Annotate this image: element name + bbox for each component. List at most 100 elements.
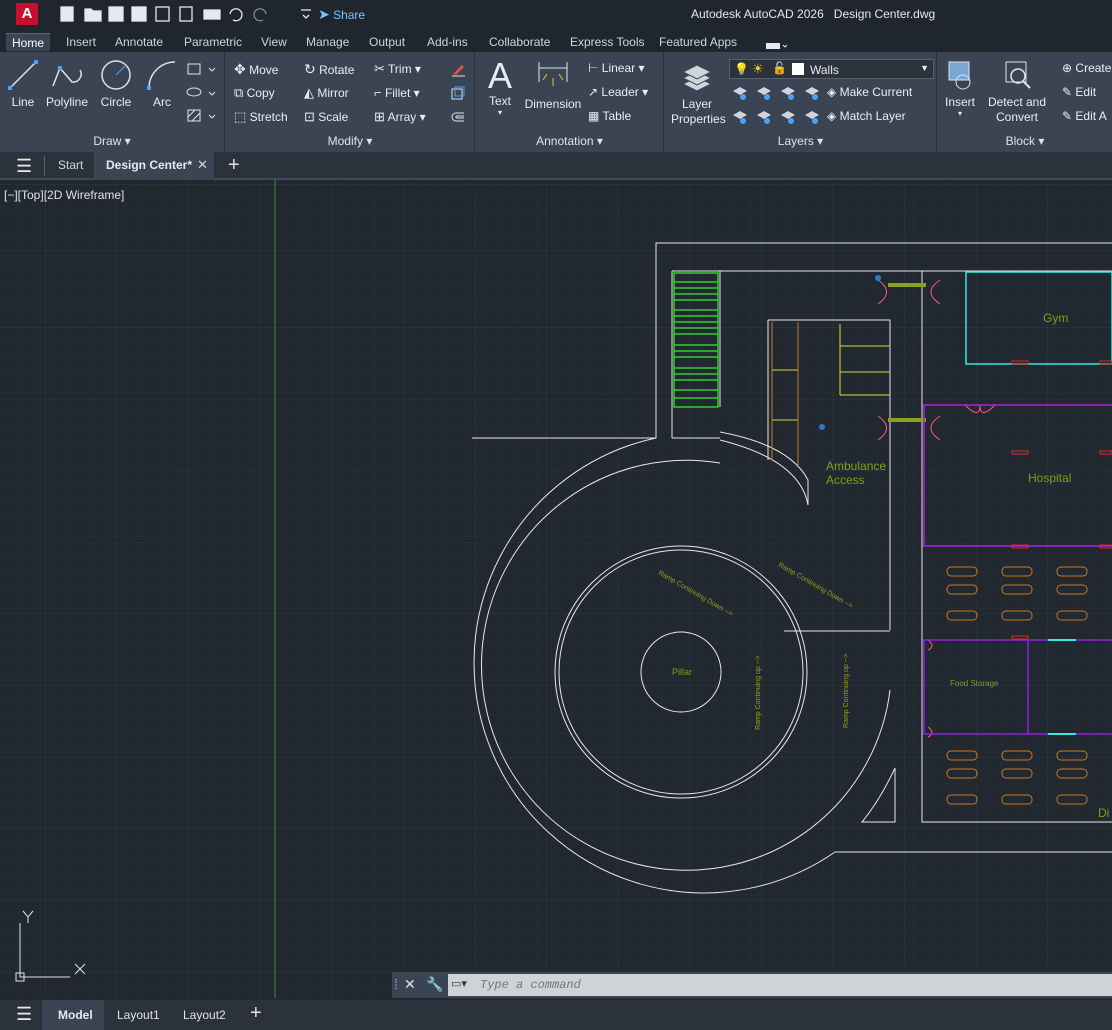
offset-icon[interactable] xyxy=(450,109,466,128)
drawing-svg[interactable]: Gym Hospital Ambulance Access Pillar Foo… xyxy=(0,180,1112,998)
rotate-icon: ↻ xyxy=(304,61,316,77)
tab-collaborate[interactable]: Collaborate xyxy=(489,33,550,51)
linear-button[interactable]: ⊢ Linear ▾ xyxy=(588,61,645,75)
ramp-up-label-2: Ramp Continuing up --> xyxy=(843,653,850,728)
design-center-tab[interactable]: Design Center* ✕ xyxy=(94,152,214,180)
edit-attributes-button[interactable]: ✎ Edit A xyxy=(1062,109,1107,123)
array-button[interactable]: ⊞ Array ▾ xyxy=(374,109,426,125)
app-title: Autodesk AutoCAD 2026 xyxy=(691,7,824,21)
command-prompt-icon[interactable]: ▭▾ xyxy=(451,977,477,993)
grip-icon[interactable]: ⁞ xyxy=(394,976,398,992)
command-input[interactable] xyxy=(480,976,1100,994)
copy-button[interactable]: ⧉ Copy xyxy=(234,85,275,101)
dimension-label: Dimension xyxy=(524,97,582,111)
stretch-icon: ⬚ xyxy=(234,109,247,124)
polyline-label: Polyline xyxy=(45,95,89,109)
insert-block-icon xyxy=(948,61,971,90)
fillet-icon: ⌐ xyxy=(374,85,382,100)
viewport-controls[interactable]: [−][Top][2D Wireframe] xyxy=(4,188,124,202)
arc-label: Arc xyxy=(153,95,171,109)
block-panel: Insert ▾ Detect and Convert ⊕ Create ✎ E… xyxy=(938,52,1112,152)
command-input-box[interactable]: ▭▾ xyxy=(448,974,1112,996)
arc-button[interactable]: Arc xyxy=(142,58,182,109)
circle-button[interactable]: Circle xyxy=(96,58,136,109)
new-tab-icon[interactable]: + xyxy=(228,154,240,177)
share-icon: ➤ xyxy=(318,6,330,22)
draw-small-tools xyxy=(186,62,220,129)
close-icon[interactable]: ✕ xyxy=(197,157,208,173)
tab-separator xyxy=(44,156,45,176)
dining-label: Di xyxy=(1098,806,1109,820)
close-command-icon[interactable]: ✕ xyxy=(404,976,416,993)
layers-panel-title[interactable]: Layers ▾ xyxy=(665,134,936,148)
scale-label: Scale xyxy=(318,110,349,124)
model-tab[interactable]: Model xyxy=(42,1000,104,1030)
tab-featured-apps[interactable]: Featured Apps xyxy=(659,33,737,51)
polyline-button[interactable]: Polyline xyxy=(44,58,90,109)
layer-tools-icons[interactable] xyxy=(731,83,827,130)
create-block-button[interactable]: ⊕ Create xyxy=(1062,61,1111,75)
explode-icon[interactable] xyxy=(450,85,466,104)
move-icon: ✥ xyxy=(234,61,246,77)
mirror-button[interactable]: ◭ Mirror xyxy=(304,85,349,101)
tab-insert[interactable]: Insert xyxy=(66,33,96,51)
insert-block-button[interactable]: Insert ▾ xyxy=(940,58,980,118)
tab-manage[interactable]: Manage xyxy=(306,33,349,51)
make-current-button[interactable]: ◈ Make Current xyxy=(827,85,912,99)
move-button[interactable]: ✥ Move xyxy=(234,61,278,78)
major-grid xyxy=(0,180,1112,998)
block-panel-title[interactable]: Block ▾ xyxy=(938,134,1112,148)
stretch-button[interactable]: ⬚ Stretch xyxy=(234,109,288,125)
linear-icon: ⊢ xyxy=(588,61,599,75)
tab-output[interactable]: Output xyxy=(369,33,405,51)
trim-label: Trim xyxy=(388,62,412,76)
model-tab-label: Model xyxy=(58,1008,93,1022)
layout-tab-bar: ☰ Model Layout1 Layout2 + xyxy=(0,1000,1112,1030)
annotation-panel-title[interactable]: Annotation ▾ xyxy=(476,134,663,148)
ribbon-display-toggle[interactable] xyxy=(766,39,788,49)
start-tab[interactable]: Start xyxy=(58,158,83,172)
layout2-tab[interactable]: Layout2 xyxy=(183,1008,226,1022)
layer-properties-button[interactable]: Layer Properties xyxy=(671,58,726,127)
tab-view[interactable]: View xyxy=(261,33,287,51)
tab-annotate[interactable]: Annotate xyxy=(115,33,163,51)
menu-icon[interactable]: ☰ xyxy=(16,157,32,175)
ribbon: Line Polyline Circle Arc Draw ▾ ✥ Move ↻… xyxy=(0,52,1112,152)
scale-button[interactable]: ⊡ Scale xyxy=(304,109,348,125)
tab-express-tools[interactable]: Express Tools xyxy=(570,33,644,51)
edit-block-button[interactable]: ✎ Edit xyxy=(1062,85,1096,99)
table-button[interactable]: ▦ Table xyxy=(588,109,631,123)
customize-icon[interactable]: 🔧 xyxy=(426,976,443,993)
title-bar: A ➤ Share Autodesk AutoCAD 2026 Design C… xyxy=(0,0,1112,28)
tab-home[interactable]: Home xyxy=(6,33,51,51)
layout-menu-icon[interactable]: ☰ xyxy=(16,1005,32,1023)
tab-add-ins[interactable]: Add-ins xyxy=(427,33,468,51)
rotate-button[interactable]: ↻ Rotate xyxy=(304,61,354,78)
current-layer-name: Walls xyxy=(810,63,839,77)
share-button[interactable]: ➤ Share xyxy=(318,6,365,23)
erase-icon[interactable] xyxy=(450,61,466,80)
app-logo[interactable]: A xyxy=(16,3,38,25)
polyline-icon xyxy=(52,66,82,87)
detect-convert-button[interactable]: Detect and Convert xyxy=(986,58,1048,125)
tab-parametric[interactable]: Parametric xyxy=(184,33,242,51)
fillet-button[interactable]: ⌐ Fillet ▾ xyxy=(374,85,420,100)
line-button[interactable]: Line xyxy=(4,58,42,109)
drawing-canvas[interactable]: Gym Hospital Ambulance Access Pillar Foo… xyxy=(0,180,1112,998)
new-layout-icon[interactable]: + xyxy=(250,1002,262,1025)
text-button[interactable]: A Text ▾ xyxy=(482,55,518,118)
draw-panel-title[interactable]: Draw ▾ xyxy=(0,134,224,148)
layer-dropdown[interactable]: 💡 ☀ 🔓 Walls ▼ xyxy=(729,59,934,79)
line-icon xyxy=(8,60,38,90)
pillar-label: Pillar xyxy=(672,667,692,677)
trim-button[interactable]: ✂ Trim ▾ xyxy=(374,61,421,77)
trim-icon: ✂ xyxy=(374,61,385,76)
quick-access-icons xyxy=(60,6,311,22)
modify-panel-title[interactable]: Modify ▾ xyxy=(226,134,474,148)
dimension-button[interactable]: Dimension xyxy=(522,58,584,111)
text-icon: A xyxy=(487,55,512,96)
leader-button[interactable]: ↗ Leader ▾ xyxy=(588,85,648,99)
match-layer-button[interactable]: ◈ Match Layer xyxy=(827,109,906,123)
text-label: Text xyxy=(488,94,511,108)
layout1-tab[interactable]: Layout1 xyxy=(117,1008,160,1022)
